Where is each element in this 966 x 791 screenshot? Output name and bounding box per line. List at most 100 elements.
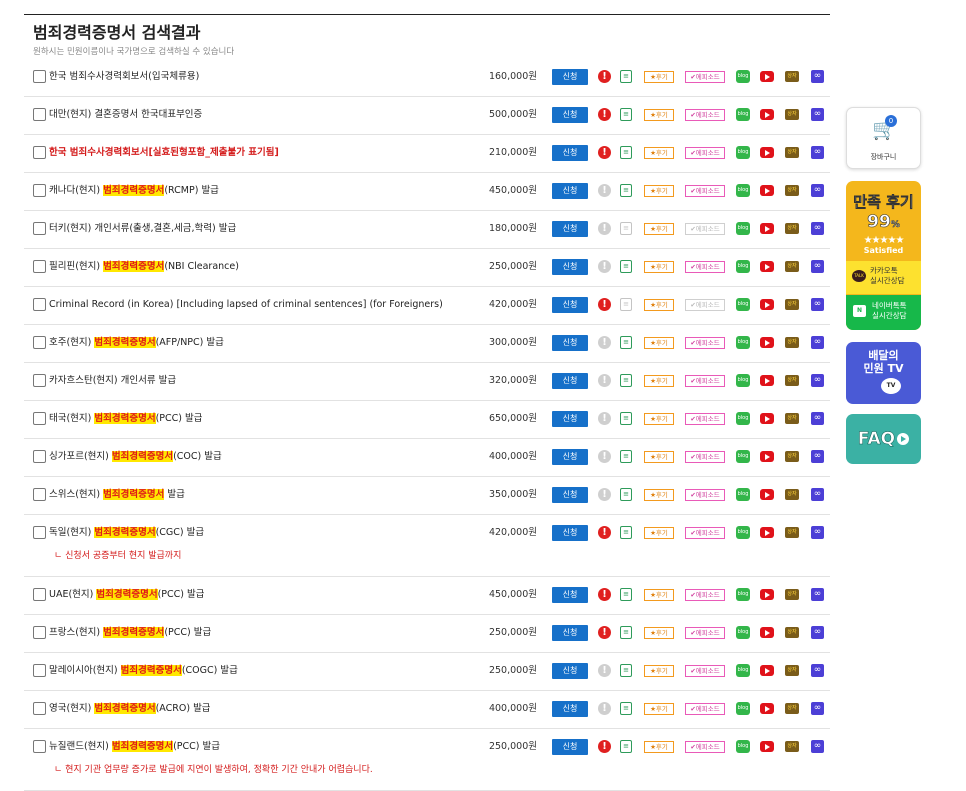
review-button[interactable]: ★후기 [644,527,674,539]
package-icon[interactable]: 상자 [785,71,799,82]
alert-icon[interactable]: ! [598,450,611,463]
package-icon[interactable]: 상자 [785,337,799,348]
apply-button[interactable]: 신청 [552,297,588,313]
select-checkbox[interactable] [33,450,46,463]
apply-button[interactable]: 신청 [552,701,588,717]
alert-icon[interactable]: ! [598,740,611,753]
service-name-link[interactable]: 캐나다(현지) 범죄경력증명서(RCMP) 발급 [49,184,219,198]
episode-button[interactable]: ✔에피소드 [685,185,725,197]
youtube-icon[interactable] [760,665,774,676]
alert-icon[interactable]: ! [598,222,611,235]
document-search-icon[interactable]: ≡ [620,222,632,235]
document-search-icon[interactable]: ≡ [620,108,632,121]
episode-button[interactable]: ✔에피소드 [685,527,725,539]
service-name-link[interactable]: 스위스(현지) 범죄경력증명서 발급 [49,488,185,502]
document-search-icon[interactable]: ≡ [620,146,632,159]
service-name-link[interactable]: 태국(현지) 범죄경력증명서(PCC) 발급 [49,412,203,426]
apply-button[interactable]: 신청 [552,259,588,275]
episode-button[interactable]: ✔에피소드 [685,261,725,273]
blog-icon[interactable]: blog [736,184,750,197]
blog-icon[interactable]: blog [736,336,750,349]
youtube-icon[interactable] [760,185,774,196]
package-icon[interactable]: 상자 [785,665,799,676]
package-icon[interactable]: 상자 [785,741,799,752]
package-icon[interactable]: 상자 [785,589,799,600]
service-name-link[interactable]: 카자흐스탄(현지) 개인서류 발급 [49,374,176,388]
service-name-link[interactable]: 필리핀(현지) 범죄경력증명서(NBI Clearance) [49,260,239,274]
package-icon[interactable]: 상자 [785,451,799,462]
episode-button[interactable]: ✔에피소드 [685,375,725,387]
review-button[interactable]: ★후기 [644,413,674,425]
document-search-icon[interactable]: ≡ [620,488,632,501]
episode-button[interactable]: ✔에피소드 [685,223,725,235]
episode-button[interactable]: ✔에피소드 [685,299,725,311]
youtube-icon[interactable] [760,223,774,234]
document-search-icon[interactable]: ≡ [620,588,632,601]
blog-icon[interactable]: blog [736,488,750,501]
link-icon[interactable]: ∞ [811,488,824,501]
select-checkbox[interactable] [33,412,46,425]
youtube-icon[interactable] [760,589,774,600]
package-icon[interactable]: 상자 [785,299,799,310]
youtube-icon[interactable] [760,337,774,348]
episode-button[interactable]: ✔에피소드 [685,451,725,463]
apply-button[interactable]: 신청 [552,739,588,755]
document-search-icon[interactable]: ≡ [620,336,632,349]
link-icon[interactable]: ∞ [811,260,824,273]
youtube-icon[interactable] [760,71,774,82]
select-checkbox[interactable] [33,588,46,601]
review-button[interactable]: ★후기 [644,299,674,311]
select-checkbox[interactable] [33,488,46,501]
apply-button[interactable]: 신청 [552,145,588,161]
alert-icon[interactable]: ! [598,526,611,539]
blog-icon[interactable]: blog [736,70,750,83]
select-checkbox[interactable] [33,626,46,639]
document-search-icon[interactable]: ≡ [620,702,632,715]
episode-button[interactable]: ✔에피소드 [685,703,725,715]
link-icon[interactable]: ∞ [811,222,824,235]
service-name-link[interactable]: UAE(현지) 범죄경력증명서(PCC) 발급 [49,588,204,602]
link-icon[interactable]: ∞ [811,336,824,349]
package-icon[interactable]: 상자 [785,375,799,386]
youtube-icon[interactable] [760,627,774,638]
service-name-link[interactable]: 싱가포르(현지) 범죄경력증명서(COC) 발급 [49,450,222,464]
review-button[interactable]: ★후기 [644,71,674,83]
link-icon[interactable]: ∞ [811,184,824,197]
package-icon[interactable]: 상자 [785,147,799,158]
link-icon[interactable]: ∞ [811,702,824,715]
review-banner[interactable]: 만족 후기 99% ★★★★★ Satisfied TALK 카카오톡 실시간상… [846,181,921,330]
apply-button[interactable]: 신청 [552,411,588,427]
apply-button[interactable]: 신청 [552,487,588,503]
document-search-icon[interactable]: ≡ [620,70,632,83]
apply-button[interactable]: 신청 [552,587,588,603]
episode-button[interactable]: ✔에피소드 [685,741,725,753]
review-button[interactable]: ★후기 [644,185,674,197]
link-icon[interactable]: ∞ [811,70,824,83]
link-icon[interactable]: ∞ [811,374,824,387]
blog-icon[interactable]: blog [736,526,750,539]
review-button[interactable]: ★후기 [644,741,674,753]
document-search-icon[interactable]: ≡ [620,260,632,273]
review-button[interactable]: ★후기 [644,337,674,349]
document-search-icon[interactable]: ≡ [620,374,632,387]
blog-icon[interactable]: blog [736,374,750,387]
blog-icon[interactable]: blog [736,450,750,463]
youtube-icon[interactable] [760,375,774,386]
blog-icon[interactable]: blog [736,626,750,639]
service-name-link[interactable]: 말레이시아(현지) 범죄경력증명서(COGC) 발급 [49,664,238,678]
alert-icon[interactable]: ! [598,298,611,311]
review-button[interactable]: ★후기 [644,489,674,501]
document-search-icon[interactable]: ≡ [620,740,632,753]
episode-button[interactable]: ✔에피소드 [685,627,725,639]
service-name-link[interactable]: 프랑스(현지) 범죄경력증명서(PCC) 발급 [49,626,211,640]
apply-button[interactable]: 신청 [552,373,588,389]
service-name-link[interactable]: 한국 범죄수사경력회보서(입국체류용) [49,70,199,84]
link-icon[interactable]: ∞ [811,588,824,601]
package-icon[interactable]: 상자 [785,109,799,120]
alert-icon[interactable]: ! [598,588,611,601]
link-icon[interactable]: ∞ [811,526,824,539]
review-button[interactable]: ★후기 [644,665,674,677]
document-search-icon[interactable]: ≡ [620,626,632,639]
select-checkbox[interactable] [33,298,46,311]
blog-icon[interactable]: blog [736,260,750,273]
